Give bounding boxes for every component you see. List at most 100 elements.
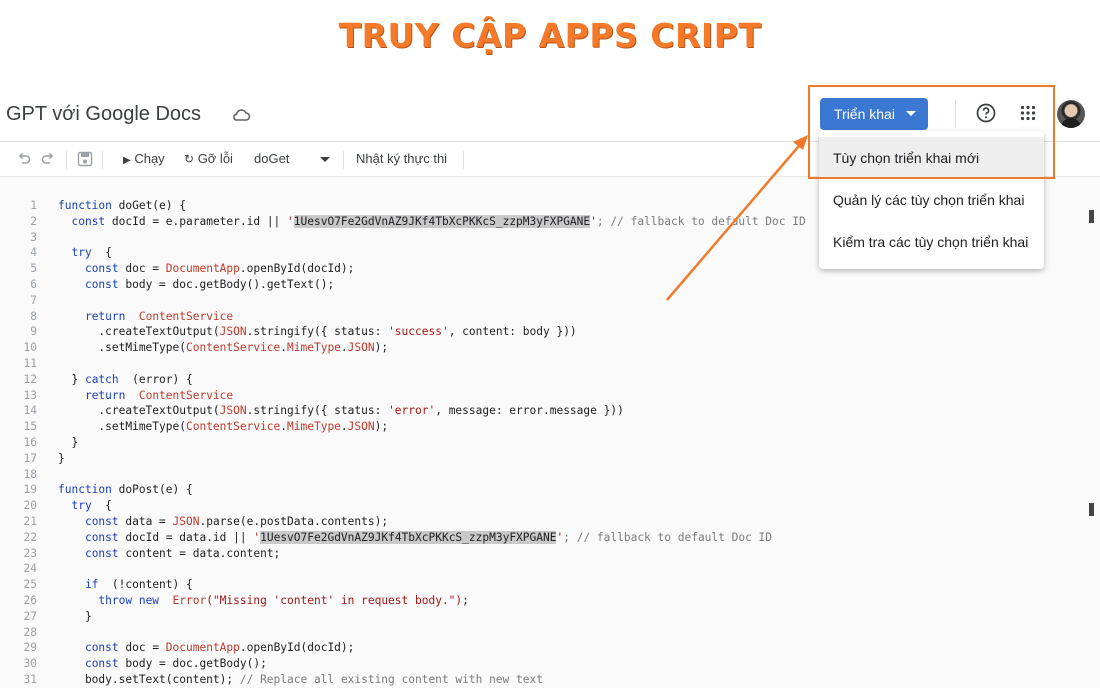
code-line: 23 const content = data.content; [0, 546, 1088, 562]
code-text: if (!content) { [84, 578, 193, 592]
line-number: 17 [23, 451, 37, 465]
save-icon[interactable] [77, 151, 93, 167]
deploy-dropdown-menu: Tùy chọn triển khai mới Quản lý các tùy … [819, 131, 1044, 269]
debug-icon: ↻ [184, 152, 195, 166]
run-button[interactable]: ▶ Chạy [123, 151, 165, 166]
play-icon: ▶ [123, 155, 131, 166]
line-number: 25 [23, 578, 37, 592]
line-number: 28 [23, 625, 37, 639]
code-text: const docId = e.parameter.id || '1UesvO7… [71, 214, 806, 228]
code-line: 25 if (!content) { [0, 577, 1088, 593]
code-text: try { [71, 499, 112, 513]
code-line: 18 [0, 467, 1088, 483]
line-number: 26 [23, 593, 37, 607]
scrollbar-marker[interactable] [1089, 210, 1094, 223]
page-banner-title: TRUY CẬP APPS CRIPT [338, 16, 762, 55]
line-number: 30 [23, 657, 37, 671]
project-title[interactable]: GPT với Google Docs [6, 103, 201, 126]
line-number: 23 [23, 546, 37, 560]
code-line: 26 throw new Error("Missing 'content' in… [0, 593, 1088, 609]
function-select[interactable]: doGet [254, 151, 334, 166]
code-text: .createTextOutput(JSON.stringify({ statu… [58, 404, 624, 418]
line-number: 20 [23, 499, 37, 513]
code-text: return ContentService [84, 388, 234, 402]
debug-label: Gỡ lỗi [197, 151, 233, 166]
cloud-icon [233, 109, 251, 121]
divider [955, 100, 956, 128]
code-line: 19 function doPost(e) { [0, 482, 1088, 498]
line-number: 7 [30, 293, 37, 307]
function-select-value: doGet [254, 151, 290, 166]
debug-button[interactable]: ↻ Gỡ lỗi [184, 151, 233, 166]
code-line: 13 return ContentService [0, 388, 1088, 404]
code-text: } [58, 609, 92, 623]
code-text: const doc = DocumentApp.openById(docId); [84, 262, 355, 276]
code-line: 22 const docId = data.id || '1UesvO7Fe2G… [0, 530, 1088, 546]
code-line: 30 const body = doc.getBody(); [0, 656, 1088, 672]
code-text: } catch (error) { [58, 372, 193, 386]
line-number: 18 [23, 467, 37, 481]
menu-item-new-deployment[interactable]: Tùy chọn triển khai mới [819, 137, 1044, 179]
line-number: 12 [23, 372, 37, 386]
code-line: 8 return ContentService [0, 309, 1088, 325]
code-text: try { [71, 246, 112, 260]
code-line: 15 .setMimeType(ContentService.MimeType.… [0, 419, 1088, 435]
execution-log-button[interactable]: Nhật ký thực thi [356, 151, 447, 166]
code-text: function doPost(e) { [58, 483, 193, 497]
code-text: const body = doc.getBody().getText(); [84, 277, 335, 291]
code-text: return ContentService [84, 309, 234, 323]
run-label: Chạy [134, 151, 165, 166]
undo-icon[interactable] [17, 152, 31, 166]
code-text: const data = JSON.parse(e.postData.conte… [84, 514, 389, 528]
code-text: .setMimeType(ContentService.MimeType.JSO… [58, 420, 389, 434]
code-line: 12 } catch (error) { [0, 372, 1088, 388]
help-icon[interactable] [976, 103, 996, 123]
code-line: 24 [0, 561, 1088, 577]
chevron-down-icon [906, 111, 916, 116]
code-line: 17} [0, 451, 1088, 467]
line-number: 4 [30, 246, 37, 260]
line-number: 19 [23, 483, 37, 497]
code-line: 9 .createTextOutput(JSON.stringify({ sta… [0, 324, 1088, 340]
line-number: 14 [23, 404, 37, 418]
line-number: 15 [23, 420, 37, 434]
avatar[interactable] [1057, 100, 1085, 128]
code-text: function doGet(e) { [58, 199, 186, 212]
code-line: 28 [0, 625, 1088, 641]
line-number: 3 [30, 230, 37, 244]
line-number: 2 [30, 214, 37, 228]
line-number: 24 [23, 562, 37, 576]
line-number: 21 [23, 514, 37, 528]
apps-grid-icon[interactable] [1020, 105, 1036, 121]
code-line: 31 body.setText(content); // Replace all… [0, 672, 1088, 688]
divider [66, 151, 67, 169]
code-line: 11 [0, 356, 1088, 372]
code-text: const docId = data.id || '1UesvO7Fe2GdVn… [84, 530, 773, 544]
line-number: 1 [30, 199, 37, 212]
menu-item-manage-deployments[interactable]: Quản lý các tùy chọn triển khai [819, 179, 1044, 221]
code-text: body.setText(content); // Replace all ex… [58, 672, 543, 686]
scrollbar-marker[interactable] [1089, 503, 1094, 516]
code-line: 6 const body = doc.getBody().getText(); [0, 277, 1088, 293]
divider [463, 151, 464, 169]
line-number: 5 [30, 262, 37, 276]
redo-icon[interactable] [41, 152, 55, 166]
code-line: 7 [0, 293, 1088, 309]
code-line: 21 const data = JSON.parse(e.postData.co… [0, 514, 1088, 530]
code-line: 16 } [0, 435, 1088, 451]
code-text: const content = data.content; [84, 546, 281, 560]
code-text: .createTextOutput(JSON.stringify({ statu… [58, 325, 577, 339]
code-text: const doc = DocumentApp.openById(docId); [84, 641, 355, 655]
deploy-button[interactable]: Triển khai [820, 98, 928, 130]
code-lines: 1 function doGet(e) { 2 const docId = e.pa… [0, 198, 1088, 688]
line-number: 22 [23, 530, 37, 544]
divider [102, 151, 103, 169]
divider [343, 151, 344, 169]
line-number: 9 [30, 325, 37, 339]
code-line: 29 const doc = DocumentApp.openById(docI… [0, 640, 1088, 656]
line-number: 8 [30, 309, 37, 323]
line-number: 6 [30, 277, 37, 291]
menu-item-test-deployments[interactable]: Kiểm tra các tùy chọn triển khai [819, 221, 1044, 263]
line-number: 16 [23, 435, 37, 449]
code-text: const body = doc.getBody(); [84, 657, 267, 671]
